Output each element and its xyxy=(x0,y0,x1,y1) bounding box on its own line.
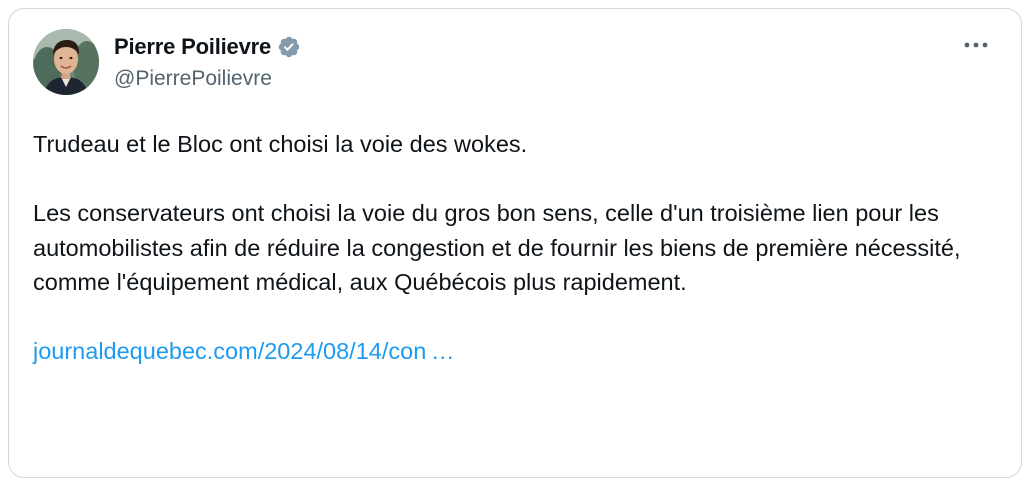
author-display-name[interactable]: Pierre Poilievre xyxy=(114,34,271,60)
tweet-paragraph: Les conservateurs ont choisi la voie du … xyxy=(33,200,961,295)
tweet-card[interactable]: Pierre Poilievre @PierrePoilievre Trudea… xyxy=(8,8,1022,478)
author-handle[interactable]: @PierrePoilievre xyxy=(114,67,272,91)
tweet-link-paragraph: journaldequebec.com/2024/08/14/con … xyxy=(33,334,993,369)
tweet-paragraph: Trudeau et le Bloc ont choisi la voie de… xyxy=(33,131,528,157)
more-horizontal-icon xyxy=(964,42,988,48)
avatar[interactable] xyxy=(33,29,99,95)
verified-badge-icon[interactable] xyxy=(277,35,301,59)
author-name-row[interactable]: Pierre Poilievre xyxy=(114,33,301,61)
more-options-button[interactable] xyxy=(961,35,991,55)
article-link[interactable]: journaldequebec.com/2024/08/14/con … xyxy=(33,338,454,364)
tweet-text: Trudeau et le Bloc ont choisi la voie de… xyxy=(33,127,993,369)
avatar-image xyxy=(33,29,99,95)
